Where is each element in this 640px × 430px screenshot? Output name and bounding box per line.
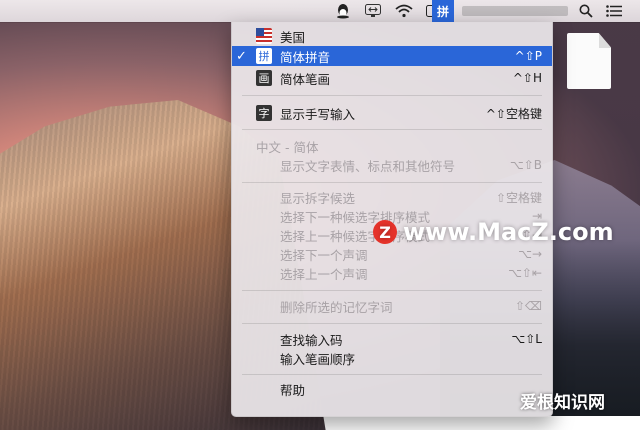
menu-item-label: 输入笔画顺序	[280, 351, 356, 367]
menu-item-label: 选择下一个声调	[280, 247, 368, 263]
menu-item-help[interactable]: 帮助	[232, 379, 552, 399]
watermark: Z www.MacZ.com	[373, 218, 614, 246]
watermark-text: www.MacZ.com	[403, 218, 614, 246]
menu-item-delete-memorized-words[interactable]: 删除所选的记忆字词 ⇧⌫	[232, 296, 552, 316]
menu-item-label: 删除所选的记忆字词	[280, 299, 393, 315]
checkmark-icon: ✓	[236, 48, 247, 64]
stroke-icon: 画	[256, 70, 272, 86]
blurred-menubar-item	[462, 6, 568, 16]
section-header-label: 中文 - 简体	[256, 139, 319, 155]
menu-item-us-keyboard[interactable]: 美国	[232, 26, 552, 46]
menu-item-label: 查找输入码	[280, 332, 343, 348]
menu-item-label: 帮助	[280, 382, 306, 398]
menu-separator	[242, 182, 542, 183]
notification-list-icon[interactable]	[602, 0, 626, 22]
menu-separator	[242, 95, 542, 96]
menu-item-label: 简体拼音	[280, 49, 331, 65]
spotlight-search-icon[interactable]	[576, 0, 596, 22]
qq-penguin-icon[interactable]	[332, 0, 354, 22]
menu-item-label: 显示拆字候选	[280, 190, 356, 206]
menu-section-header: 中文 - 简体	[232, 136, 552, 156]
menu-item-show-emoji-symbols[interactable]: 显示文字表情、标点和其他符号 ⌥⇧B	[232, 155, 552, 175]
us-flag-icon	[256, 28, 272, 44]
menu-item-enter-stroke-order[interactable]: 输入笔画顺序	[232, 348, 552, 368]
menu-item-label: 显示手写输入	[280, 106, 356, 122]
menu-item-shortcut: ⌥⇧L	[511, 332, 542, 346]
handwriting-icon: 字	[256, 105, 272, 121]
menu-item-shortcut: ⇧⌫	[514, 299, 542, 313]
menu-item-shortcut: ⌥→	[518, 247, 542, 261]
menu-item-shortcut: ^⇧H	[512, 71, 542, 85]
menu-item-shortcut: ⌥⇧B	[509, 158, 542, 172]
menu-item-simplified-stroke[interactable]: 画 简体笔画 ^⇧H	[232, 68, 552, 88]
menu-separator	[242, 374, 542, 375]
menu-bar: 拼	[0, 0, 640, 22]
desktop-file-icon[interactable]	[567, 33, 611, 89]
menu-item-label: 显示文字表情、标点和其他符号	[280, 158, 456, 174]
menu-item-next-tone[interactable]: 选择下一个声调 ⌥→	[232, 244, 552, 264]
menu-item-show-split-candidates[interactable]: 显示拆字候选 ⇧空格键	[232, 187, 552, 207]
menu-item-label: 美国	[280, 29, 306, 45]
teamviewer-icon[interactable]	[362, 0, 384, 22]
wifi-icon[interactable]	[392, 0, 416, 22]
menu-item-shortcut: ⇧空格键	[495, 190, 542, 205]
menu-item-shortcut: ⌥⇧⇤	[508, 266, 542, 280]
pinyin-icon: 拼	[256, 48, 272, 64]
watermark-logo-icon: Z	[373, 220, 397, 244]
input-method-icon[interactable]: 拼	[432, 0, 454, 22]
corner-watermark: 爱根知识网	[520, 393, 605, 413]
menu-separator	[242, 323, 542, 324]
menu-item-label: 简体笔画	[280, 71, 331, 87]
menu-item-find-input-code[interactable]: 查找输入码 ⌥⇧L	[232, 329, 552, 349]
menu-separator	[242, 129, 542, 130]
menu-item-label: 选择上一个声调	[280, 266, 368, 282]
menu-item-show-handwriting[interactable]: 字 显示手写输入 ^⇧空格键	[232, 103, 552, 123]
menu-separator	[242, 290, 542, 291]
menu-item-previous-tone[interactable]: 选择上一个声调 ⌥⇧⇤	[232, 263, 552, 283]
menu-item-simplified-pinyin[interactable]: ✓ 拼 简体拼音 ^⇧P	[232, 46, 552, 66]
menu-item-shortcut: ^⇧空格键	[485, 106, 542, 121]
menu-item-shortcut: ^⇧P	[514, 49, 542, 63]
